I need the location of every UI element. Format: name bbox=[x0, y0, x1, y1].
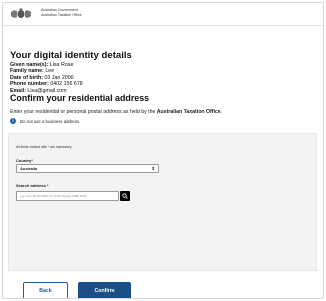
gov-line-2: Australian Taxation Office bbox=[41, 13, 82, 17]
search-address-label: Search address * bbox=[16, 183, 49, 188]
phone-value: 0402 156 678 bbox=[50, 81, 83, 88]
identity-title: Your digital identity details bbox=[10, 50, 132, 61]
confirm-button[interactable]: Confirm bbox=[78, 282, 131, 298]
government-wordmark: Australian Government Australian Taxatio… bbox=[41, 8, 82, 18]
dob-label: Date of birth: bbox=[10, 74, 43, 81]
address-title: Confirm your residential address bbox=[10, 93, 150, 103]
site-header: Australian Government Australian Taxatio… bbox=[3, 3, 323, 26]
country-label: Country* bbox=[16, 158, 33, 163]
mandatory-note: All fields marked with * are mandatory. bbox=[16, 145, 73, 149]
country-select[interactable]: Australia ⇕ bbox=[16, 164, 159, 173]
given-name-value: Lisa Rose bbox=[49, 62, 74, 68]
back-button[interactable]: Back bbox=[23, 282, 68, 298]
address-intro: Enter your residential or personal posta… bbox=[10, 109, 222, 115]
search-address-input[interactable]: e.g. level 10 120 Miller St. North Sydne… bbox=[16, 191, 119, 201]
address-form-panel: All fields marked with * are mandatory. … bbox=[8, 133, 317, 271]
given-name-label: Given name(s): bbox=[10, 62, 49, 68]
select-arrows-icon: ⇕ bbox=[151, 166, 155, 171]
intro-org: Australian Taxation Office bbox=[156, 109, 221, 115]
intro-end: . bbox=[220, 109, 223, 115]
page-frame: Australian Government Australian Taxatio… bbox=[2, 2, 324, 299]
dob-value: 03 Jan 2000 bbox=[44, 74, 74, 81]
government-crest-icon bbox=[11, 8, 31, 18]
identity-details: Given name(s): Lisa Rose Family name: Le… bbox=[10, 62, 83, 94]
search-icon bbox=[122, 193, 128, 199]
family-name-label: Family name: bbox=[10, 68, 44, 75]
family-name-value: Lee bbox=[45, 68, 55, 75]
search-button[interactable] bbox=[120, 191, 130, 201]
business-address-notice: i Do not use a business address. bbox=[10, 117, 80, 125]
country-value: Australia bbox=[20, 166, 38, 171]
intro-text: Enter your residential or personal posta… bbox=[10, 109, 156, 115]
search-placeholder: e.g. level 10 120 Miller St. North Sydne… bbox=[20, 194, 87, 198]
info-icon: i bbox=[10, 118, 16, 124]
info-text: Do not use a business address. bbox=[20, 118, 81, 124]
phone-label: Phone number: bbox=[10, 81, 49, 88]
